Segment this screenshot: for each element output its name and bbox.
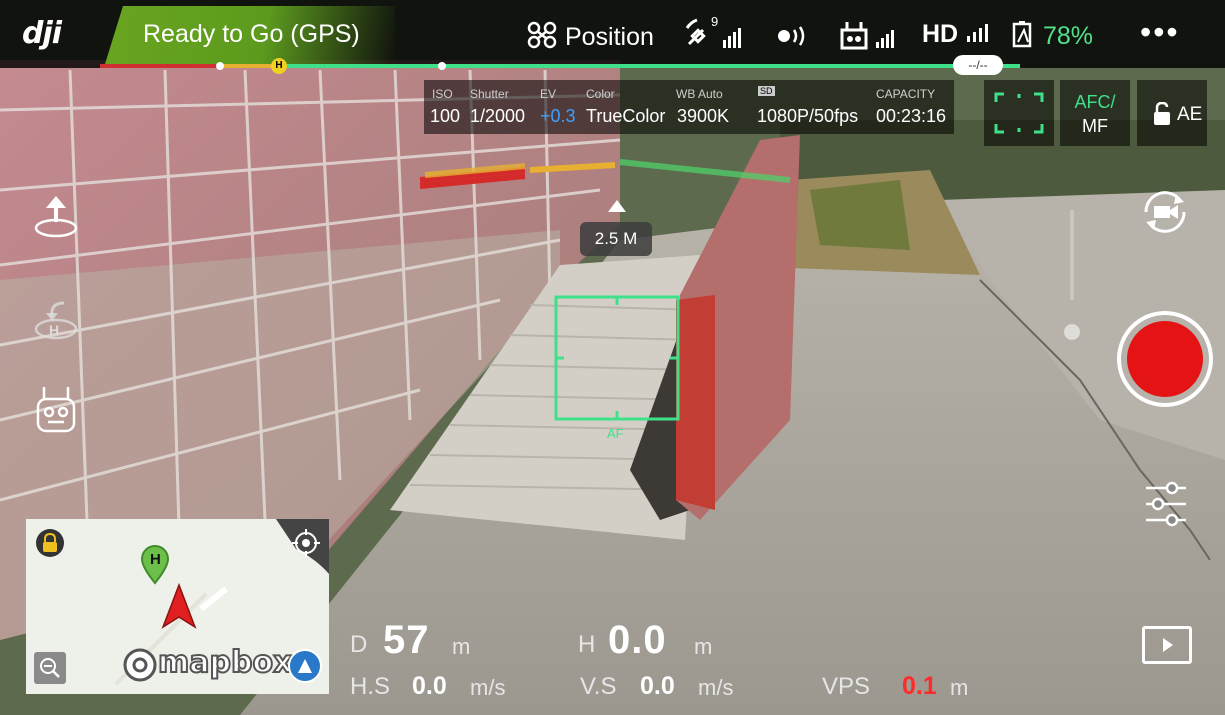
zoom-out-button[interactable] (34, 652, 66, 684)
capacity-label: CAPACITY (876, 87, 936, 101)
home-marker: H (271, 58, 287, 74)
color-label: Color (586, 87, 615, 101)
flight-status[interactable]: Ready to Go (GPS) (143, 20, 360, 49)
return-home-icon[interactable]: H (30, 295, 82, 347)
wb-label: WB Auto (676, 87, 723, 101)
flight-path-bar (100, 62, 1020, 70)
map-lock-icon[interactable] (36, 529, 64, 557)
vps-value: 0.1 (902, 672, 937, 700)
iso-label: ISO (432, 87, 453, 101)
settings-sliders-icon[interactable] (1144, 480, 1188, 528)
focus-frame-icon (994, 92, 1044, 134)
capacity-value: 00:23:16 (876, 106, 947, 126)
mapbox-brand: mapbox (157, 644, 293, 681)
resolution-value: 1080P/50fps (757, 106, 859, 126)
path-distance-label: --/-- (953, 55, 1003, 75)
height-unit: m (694, 634, 713, 659)
hspeed-value: 0.0 (412, 672, 447, 700)
compass-button[interactable] (288, 649, 322, 683)
color-value: TrueColor (586, 106, 666, 126)
mapbox-logo-icon (123, 648, 157, 682)
vspeed-value: 0.0 (640, 672, 675, 700)
aircraft-marker-icon (161, 583, 197, 629)
satellite-count: 9 (711, 14, 719, 29)
hspeed-unit: m/s (470, 675, 506, 700)
record-button-inner (1127, 321, 1203, 397)
unlock-icon (1154, 102, 1170, 125)
compass-icon (298, 659, 312, 673)
battery-percent: 78% (1042, 22, 1093, 50)
remote-controller-icon[interactable] (30, 385, 82, 437)
dji-logo[interactable]: dji (22, 16, 92, 56)
height-value: 0.0 (608, 618, 667, 662)
ae-lock-button[interactable]: AE (1137, 80, 1207, 146)
recenter-icon[interactable] (292, 529, 320, 557)
distance-label: D (350, 631, 368, 658)
ae-label: AE (1177, 104, 1203, 125)
playback-button[interactable] (1142, 626, 1192, 664)
hd-label: HD (922, 20, 959, 48)
drone-icon (527, 21, 557, 49)
distance-value: 57 (383, 618, 430, 662)
distance-unit: m (452, 634, 471, 659)
minimap[interactable]: H mapbox (26, 519, 329, 694)
sd-icon: SD (758, 86, 775, 96)
vps-label: VPS (822, 673, 871, 700)
map-home-label: H (150, 551, 161, 568)
hd-signal-bars-icon (967, 24, 989, 42)
playback-icon (1163, 638, 1173, 652)
hspeed-label: H.S (350, 673, 391, 700)
ev-value: +0.3 (540, 106, 576, 126)
lock-icon (43, 532, 57, 552)
signal-icon[interactable] (776, 24, 812, 48)
gps-signal[interactable]: 9 (685, 14, 741, 59)
hd-signal[interactable]: HD (922, 20, 993, 49)
vps-unit: m (950, 675, 969, 700)
camera-switch-icon[interactable] (1136, 186, 1194, 238)
focus-area-button[interactable] (984, 80, 1054, 146)
vspeed-unit: m/s (698, 675, 734, 700)
focus-mode-toggle[interactable]: AFC/ MF (1060, 80, 1130, 146)
flight-mode-label: Position (564, 23, 654, 51)
afc-label: AFC/ (1074, 92, 1116, 112)
shutter-value: 1/2000 (470, 106, 526, 126)
zoom-out-icon (40, 658, 60, 678)
obstacle-pointer-icon (608, 200, 626, 212)
flight-mode[interactable]: Position (526, 20, 654, 52)
camera-settings-panel[interactable]: ISO Shutter EV Color WB Auto SD CAPACITY… (424, 80, 954, 134)
ev-label: EV (540, 87, 557, 101)
shutter-label: Shutter (470, 87, 509, 101)
mf-label: MF (1082, 116, 1108, 136)
battery-icon (1012, 21, 1032, 48)
remote-signal-icon[interactable] (840, 20, 902, 52)
battery-status[interactable]: 78% (1010, 20, 1093, 51)
iso-value: 100 (430, 106, 461, 126)
svg-text:H: H (49, 322, 59, 338)
af-label: AF (607, 426, 624, 441)
height-label: H (578, 631, 596, 658)
obstacle-distance: 2.5 M (580, 222, 652, 256)
takeoff-icon[interactable] (30, 190, 82, 242)
record-button[interactable] (1117, 311, 1213, 407)
more-menu-button[interactable]: ••• (1140, 14, 1180, 51)
vspeed-label: V.S (580, 673, 617, 700)
wb-value: 3900K (677, 106, 730, 126)
af-focus-frame[interactable] (552, 293, 684, 443)
